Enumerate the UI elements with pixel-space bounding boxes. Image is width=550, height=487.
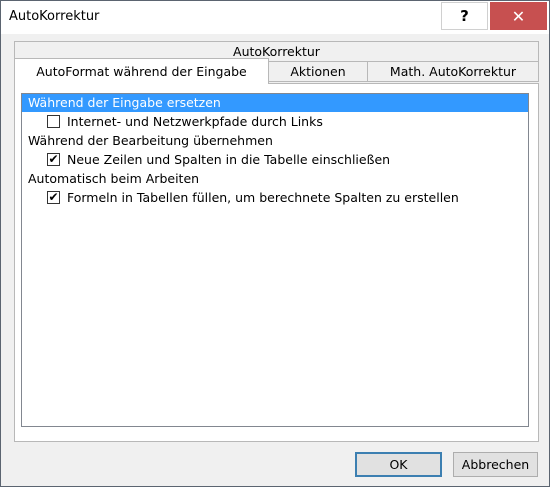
help-button[interactable]: ? <box>441 2 488 30</box>
checkbox-internet-links[interactable] <box>47 115 60 128</box>
dialog-title: AutoKorrektur <box>9 9 100 24</box>
option-label: Formeln in Tabellen füllen, um berechnet… <box>67 190 459 205</box>
section-header-label: Während der Eingabe ersetzen <box>28 95 221 110</box>
checkmark-icon: ✔ <box>48 152 59 166</box>
list-item[interactable]: ✔ Neue Zeilen und Spalten in die Tabelle… <box>22 151 528 169</box>
ok-button[interactable]: OK <box>355 452 442 477</box>
tab-math-autokorrektur[interactable]: Math. AutoKorrektur <box>367 61 539 82</box>
checkbox-neue-zeilen-spalten[interactable]: ✔ <box>47 153 60 166</box>
list-item[interactable]: Internet- und Netzwerkpfade durch Links <box>22 113 528 131</box>
close-icon: ✕ <box>511 6 526 26</box>
checkmark-icon: ✔ <box>48 190 59 204</box>
autokorrektur-dialog: AutoKorrektur ? ✕ AutoKorrektur AutoForm… <box>0 0 550 487</box>
option-label: Neue Zeilen und Spalten in die Tabelle e… <box>67 152 391 167</box>
tab-autoformat-waehrend-eingabe[interactable]: AutoFormat während der Eingabe <box>14 58 269 84</box>
list-item[interactable]: Automatisch beim Arbeiten <box>22 170 528 188</box>
help-icon: ? <box>460 7 469 25</box>
options-list[interactable]: Während der Eingabe ersetzen Internet- u… <box>21 93 529 427</box>
checkbox-formeln-fuellen[interactable]: ✔ <box>47 191 60 204</box>
list-item[interactable]: Während der Bearbeitung übernehmen <box>22 132 528 150</box>
list-item[interactable]: ✔ Formeln in Tabellen füllen, um berechn… <box>22 189 528 207</box>
tab-aktionen[interactable]: Aktionen <box>268 61 368 82</box>
cancel-button[interactable]: Abbrechen <box>453 452 538 477</box>
list-item[interactable]: Während der Eingabe ersetzen <box>22 94 528 112</box>
section-header-label: Während der Bearbeitung übernehmen <box>28 133 273 148</box>
title-bar: AutoKorrektur ? ✕ <box>1 1 549 34</box>
close-button[interactable]: ✕ <box>490 2 547 30</box>
section-header-label: Automatisch beim Arbeiten <box>28 171 200 186</box>
option-label: Internet- und Netzwerkpfade durch Links <box>67 114 323 129</box>
